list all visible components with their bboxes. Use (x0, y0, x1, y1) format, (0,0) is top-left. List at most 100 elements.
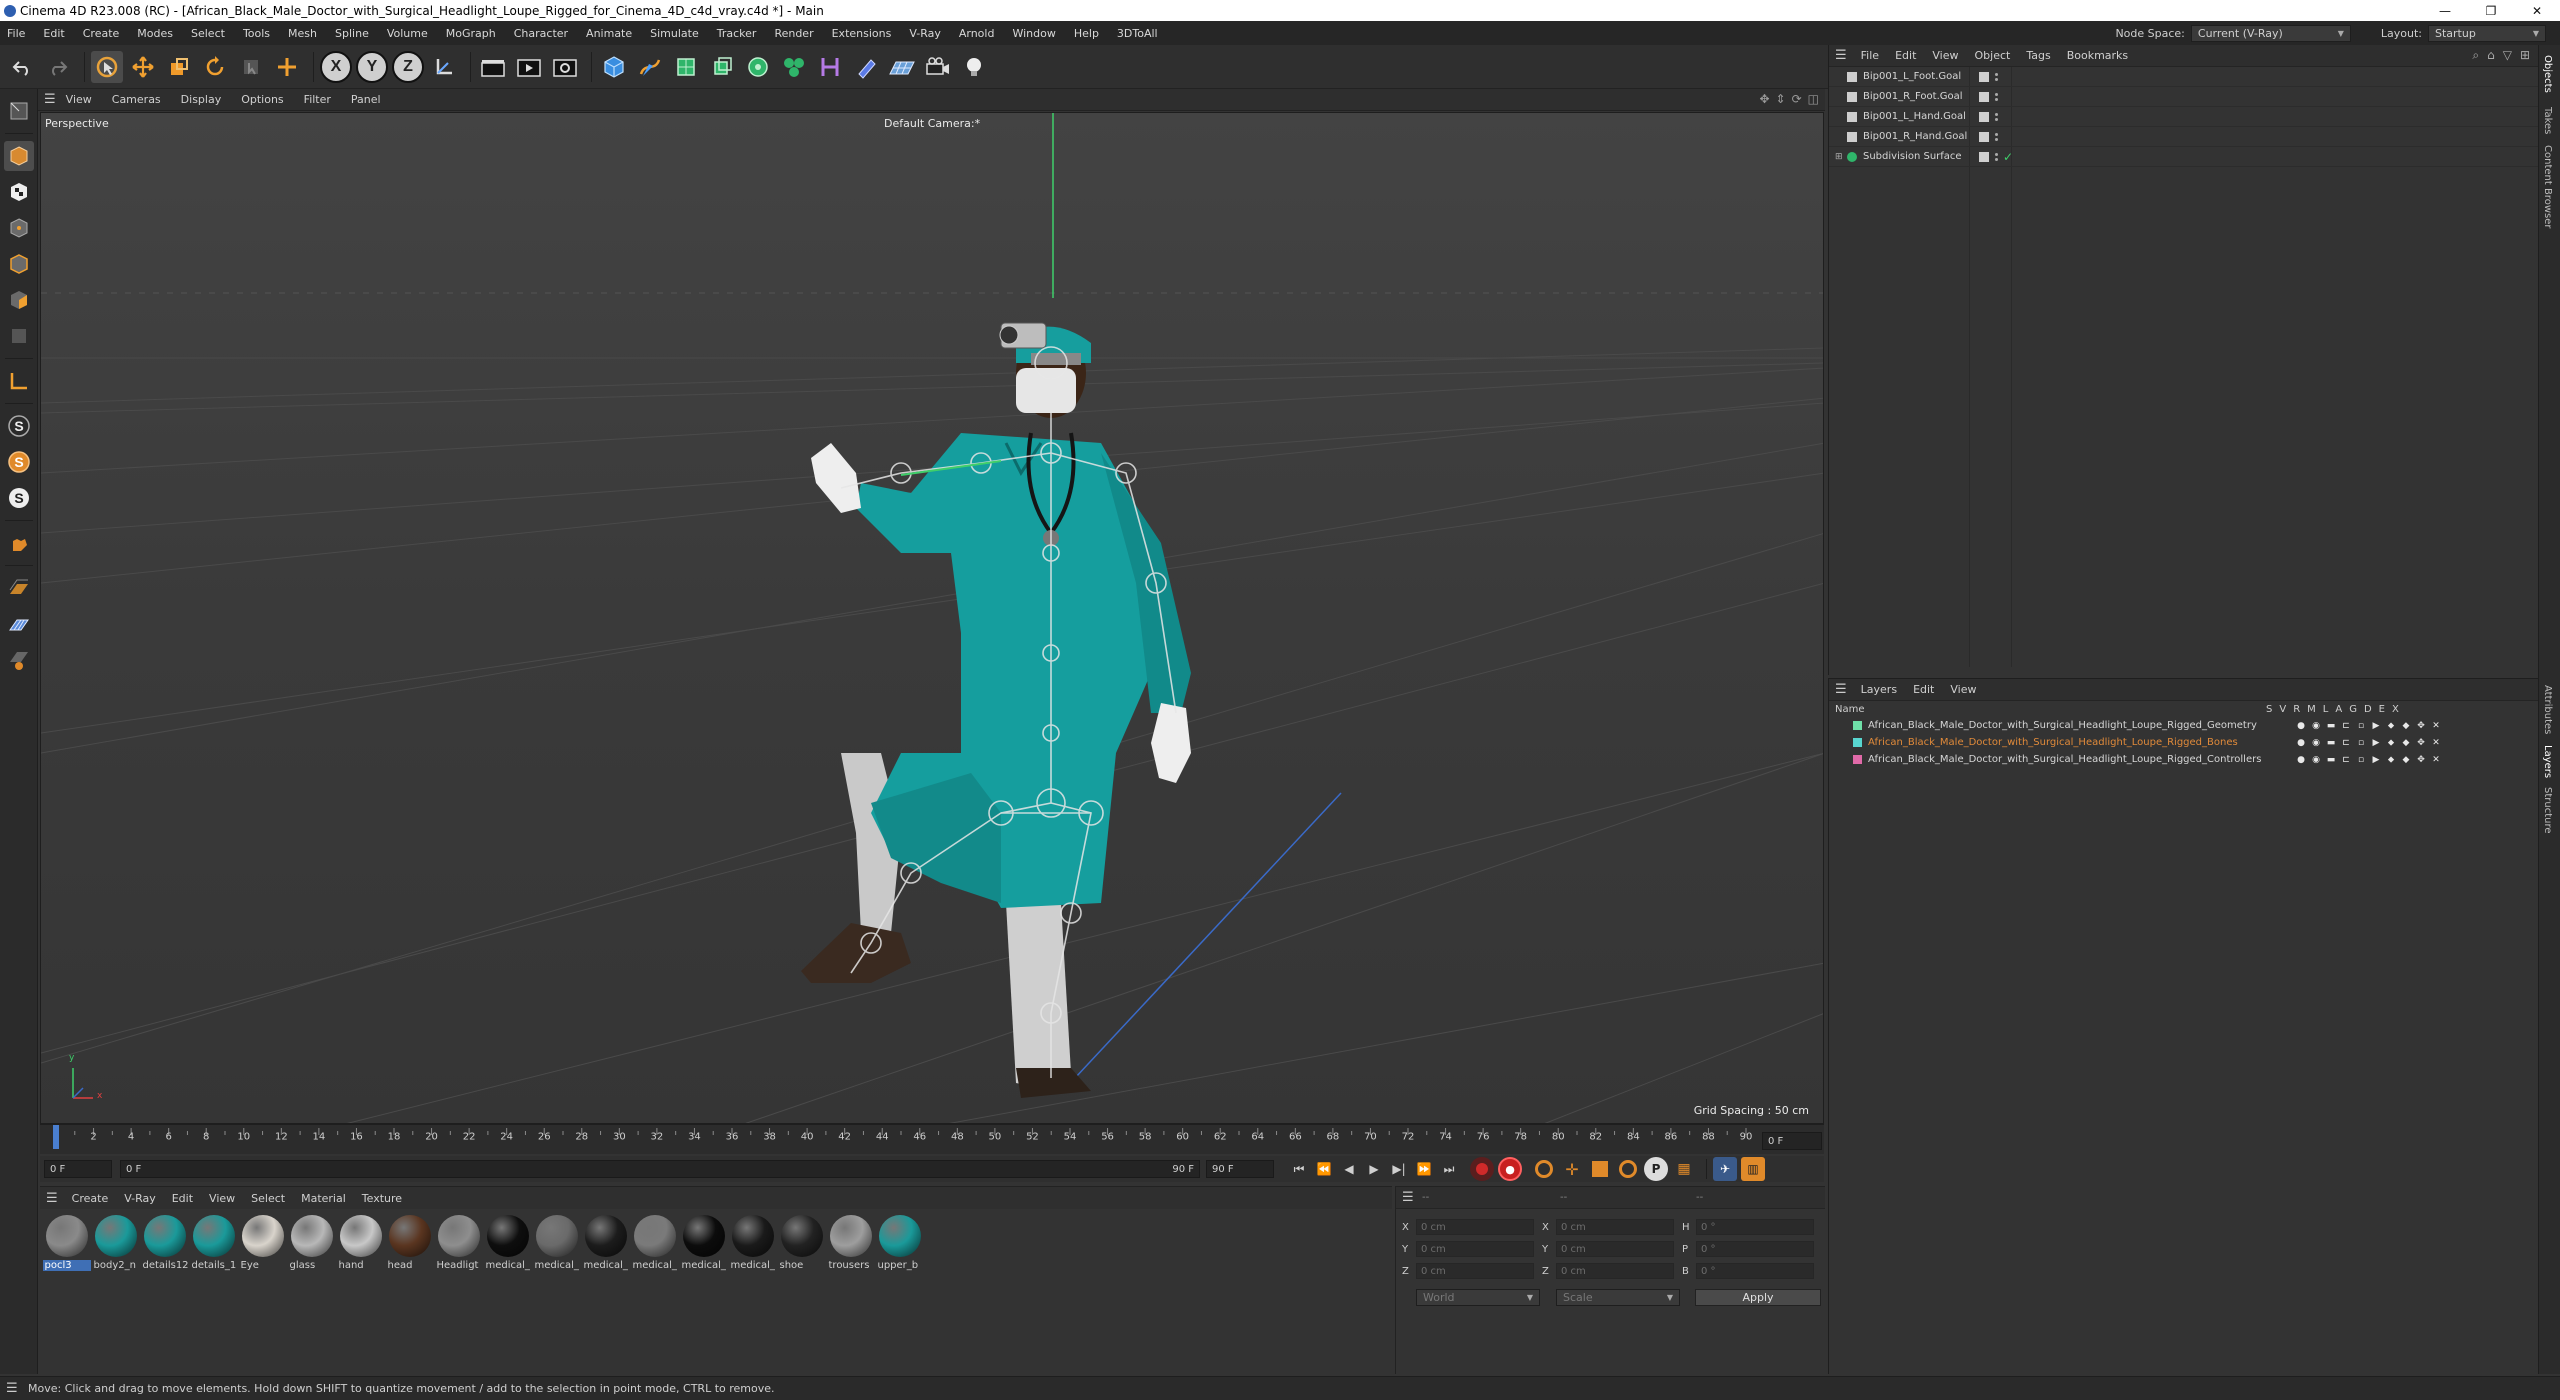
mograph-effector-button[interactable] (778, 51, 810, 83)
material-swatch[interactable]: details_1 (189, 1215, 238, 1271)
objects-menu-bookmarks[interactable]: Bookmarks (2059, 49, 2136, 62)
material-swatch[interactable]: medical_ (679, 1215, 728, 1271)
quantize-button[interactable]: S (4, 483, 34, 513)
render-icon[interactable]: ▬ (2326, 721, 2336, 731)
texture-mode-button[interactable] (4, 177, 34, 207)
viewport-menu-panel[interactable]: Panel (341, 93, 391, 106)
object-row[interactable]: Bip001_L_Hand.Goal (1829, 107, 2538, 127)
new-window-icon[interactable]: ⊞ (2520, 48, 2530, 63)
material-swatch[interactable]: medical_ (630, 1215, 679, 1271)
prev-key-button[interactable]: ⏪ (1313, 1159, 1335, 1179)
objects-menu-view[interactable]: View (1924, 49, 1966, 62)
auto-key-button[interactable]: ● (1498, 1157, 1522, 1181)
menu-spline[interactable]: Spline (326, 27, 378, 40)
tab-layers[interactable]: Layers (2542, 745, 2553, 778)
timeline-frame-field[interactable]: 0 F (1762, 1132, 1822, 1150)
node-space-dropdown[interactable]: Current (V-Ray) ▼ (2190, 24, 2351, 42)
cube-button[interactable] (598, 51, 630, 83)
visibility-dots-icon[interactable] (1995, 92, 1999, 101)
pos-y-field[interactable]: 0 cm (1416, 1241, 1534, 1257)
expression-icon[interactable]: ✥ (2416, 755, 2426, 765)
tab-takes[interactable]: Takes (2542, 107, 2553, 134)
timeline-layout-button[interactable]: ▥ (1741, 1157, 1765, 1181)
view-eye-icon[interactable]: ◉ (2311, 755, 2321, 765)
recent-tool-button[interactable] (235, 51, 267, 83)
view-eye-icon[interactable]: ◉ (2311, 721, 2321, 731)
scale-tool-button[interactable] (163, 51, 195, 83)
layers-menu-layers[interactable]: Layers (1853, 683, 1905, 696)
visibility-dots-icon[interactable] (1995, 72, 1999, 81)
material-swatch[interactable]: details12 (140, 1215, 189, 1271)
motion-system-button[interactable]: ✈ (1713, 1157, 1737, 1181)
expression-icon[interactable]: ✥ (2416, 721, 2426, 731)
manager-icon[interactable]: ⊏ (2341, 721, 2351, 731)
key-scale-button[interactable] (1588, 1157, 1612, 1181)
animation-icon[interactable]: ▶ (2371, 721, 2381, 731)
rot-p-field[interactable]: 0 ° (1696, 1241, 1814, 1257)
menu-arnold[interactable]: Arnold (950, 27, 1004, 40)
polygons-mode-button[interactable] (4, 285, 34, 315)
menu-volume[interactable]: Volume (378, 27, 437, 40)
animation-icon[interactable]: ▶ (2371, 755, 2381, 765)
key-rotation-button[interactable] (1616, 1157, 1640, 1181)
redo-button[interactable] (42, 51, 74, 83)
snap-button[interactable]: S (4, 411, 34, 441)
tab-attributes[interactable]: Attributes (2542, 685, 2553, 734)
material-swatch[interactable]: shoe (777, 1215, 826, 1271)
layer-tag-icon[interactable] (1979, 71, 1989, 82)
menu-mesh[interactable]: Mesh (279, 27, 326, 40)
x-axis-lock-button[interactable]: X (320, 50, 352, 83)
menu-extensions[interactable]: Extensions (823, 27, 901, 40)
orbit-icon[interactable]: ⟳ (1792, 92, 1802, 106)
object-row[interactable]: Bip001_L_Foot.Goal (1829, 67, 2538, 87)
undo-button[interactable] (6, 51, 38, 83)
deformer-button[interactable] (814, 51, 846, 83)
generator-icon[interactable]: ⬥ (2386, 738, 2396, 748)
layer-tag-icon[interactable] (1979, 91, 1989, 102)
material-menu-icon[interactable]: ☰ (46, 1191, 58, 1206)
menu-file[interactable]: File (0, 27, 34, 40)
maximize-view-icon[interactable]: ◫ (1808, 92, 1819, 106)
viewport-menu-display[interactable]: Display (171, 93, 232, 106)
3d-viewport[interactable]: Perspective Default Camera:* Grid Spacin… (40, 112, 1824, 1124)
material-swatch[interactable]: Headligt (434, 1215, 483, 1271)
layer-row[interactable]: African_Black_Male_Doctor_with_Surgical_… (1829, 751, 2538, 768)
menu-3dtoall[interactable]: 3DToAll (1108, 27, 1167, 40)
mograph-cloner-button[interactable] (742, 51, 774, 83)
floor-button[interactable] (886, 51, 918, 83)
viewport-menu-icon[interactable]: ☰ (44, 92, 56, 107)
solo-icon[interactable]: ● (2296, 738, 2306, 748)
move-tool-button[interactable] (127, 51, 159, 83)
menu-vray[interactable]: V-Ray (900, 27, 950, 40)
key-parameter-button[interactable]: P (1644, 1157, 1668, 1181)
material-swatch[interactable]: hand (336, 1215, 385, 1271)
soft-selection-button[interactable] (4, 573, 34, 603)
material-swatch[interactable]: trousers (826, 1215, 875, 1271)
expression-icon[interactable]: ✥ (2416, 738, 2426, 748)
lock-icon[interactable]: ▫ (2356, 738, 2366, 748)
menu-simulate[interactable]: Simulate (641, 27, 708, 40)
objects-menu-file[interactable]: File (1853, 49, 1887, 62)
pos-z-field[interactable]: 0 cm (1416, 1263, 1534, 1279)
next-key-button[interactable]: ⏩ (1413, 1159, 1435, 1179)
menu-select[interactable]: Select (182, 27, 234, 40)
home-icon[interactable]: ⌂ (2487, 48, 2495, 63)
layer-color-swatch[interactable] (1853, 755, 1862, 764)
material-swatch[interactable]: pocl3 (42, 1215, 91, 1271)
model-mode-button[interactable] (3, 141, 34, 171)
apply-button[interactable]: Apply (1695, 1289, 1821, 1306)
rot-b-field[interactable]: 0 ° (1696, 1263, 1814, 1279)
menu-edit[interactable]: Edit (34, 27, 73, 40)
objects-menu-edit[interactable]: Edit (1887, 49, 1924, 62)
select-tool-button[interactable] (91, 50, 123, 83)
render-view-button[interactable] (513, 51, 545, 83)
material-menu-vray[interactable]: V-Ray (116, 1192, 164, 1205)
play-button[interactable]: ▶ (1363, 1159, 1385, 1179)
viewport-menu-cameras[interactable]: Cameras (102, 93, 171, 106)
material-swatch[interactable]: medical_ (532, 1215, 581, 1271)
view-eye-icon[interactable]: ◉ (2311, 738, 2321, 748)
material-swatch[interactable]: medical_ (581, 1215, 630, 1271)
viewport-menu-filter[interactable]: Filter (294, 93, 341, 106)
deformer-icon[interactable]: ◆ (2401, 755, 2411, 765)
tab-structure[interactable]: Structure (2542, 787, 2553, 834)
